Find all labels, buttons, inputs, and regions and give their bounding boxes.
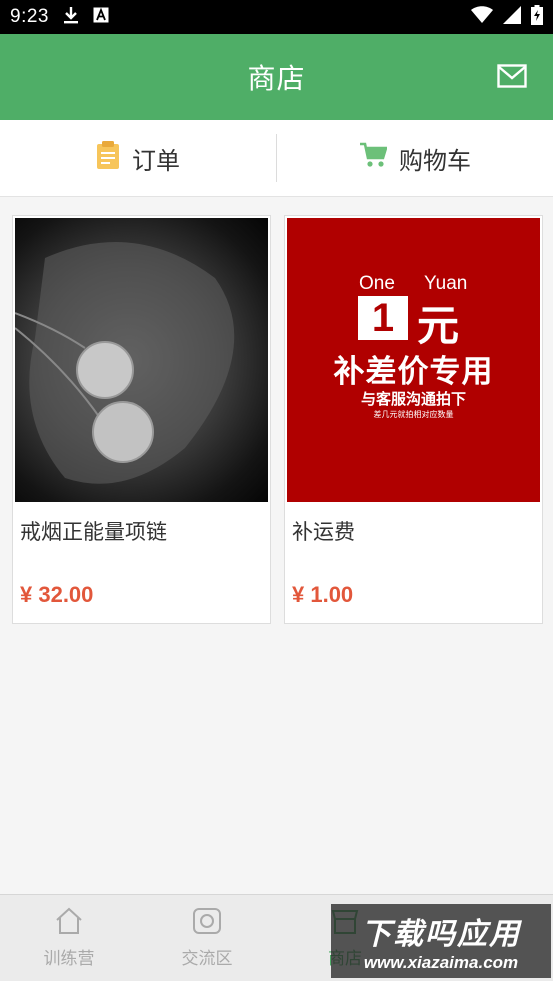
tab-cart-label: 购物车 [399, 146, 471, 175]
status-time: 9:23 [10, 6, 49, 27]
image-text-one: One [359, 273, 395, 294]
nav-label: 训练营 [43, 949, 95, 969]
watermark-title: 下载吗应用 [361, 917, 521, 952]
signal-icon [503, 6, 521, 28]
product-image-shipping[interactable]: One Yuan 1 元 补差价专用 与客服沟通拍下 差几元就拍相对应数量 [287, 218, 540, 502]
wifi-icon [471, 6, 493, 28]
app-header: 商店 [0, 34, 553, 120]
product-price: ¥ 1.00 [292, 582, 354, 607]
clipboard-icon [96, 140, 120, 176]
nav-item-training[interactable]: 训练营 [0, 895, 138, 981]
image-text-sub: 与客服沟通拍下 [360, 390, 466, 408]
battery-icon [531, 5, 543, 29]
image-text-main: 补差价专用 [333, 354, 494, 390]
home-icon [54, 907, 84, 940]
tab-orders-label: 订单 [132, 146, 180, 175]
a-icon [93, 7, 109, 27]
image-text-yuan-cn: 元 [417, 301, 460, 350]
product-price: ¥ 32.00 [20, 582, 94, 607]
tab-cart[interactable]: 购物车 [277, 120, 553, 196]
shop-tabs: 订单 购物车 [0, 120, 553, 197]
product-name: 戒烟正能量项链 [20, 520, 167, 544]
image-text-tiny: 差几元就拍相对应数量 [373, 410, 454, 419]
nav-item-community[interactable]: 交流区 [138, 895, 276, 981]
mail-icon[interactable] [497, 64, 527, 88]
nav-label: 交流区 [181, 949, 233, 969]
image-text-number: 1 [358, 296, 408, 340]
watermark: 下载吗应用 www.xiazaima.com [331, 904, 551, 978]
product-grid: 戒烟正能量项链 ¥ 32.00 One Yuan 1 元 补差价专用 与客服沟通… [12, 215, 543, 624]
product-card[interactable]: One Yuan 1 元 补差价专用 与客服沟通拍下 差几元就拍相对应数量 补运… [284, 215, 543, 624]
cart-icon [359, 142, 388, 174]
camera-icon [192, 907, 222, 940]
download-icon [63, 6, 79, 28]
product-card[interactable]: 戒烟正能量项链 ¥ 32.00 [12, 215, 271, 624]
page-title: 商店 [247, 62, 306, 95]
product-image-necklace[interactable] [15, 218, 268, 502]
product-name: 补运费 [292, 520, 355, 544]
tab-orders[interactable]: 订单 [0, 120, 276, 196]
watermark-url: www.xiazaima.com [363, 953, 519, 972]
status-bar: 9:23 [0, 0, 553, 34]
